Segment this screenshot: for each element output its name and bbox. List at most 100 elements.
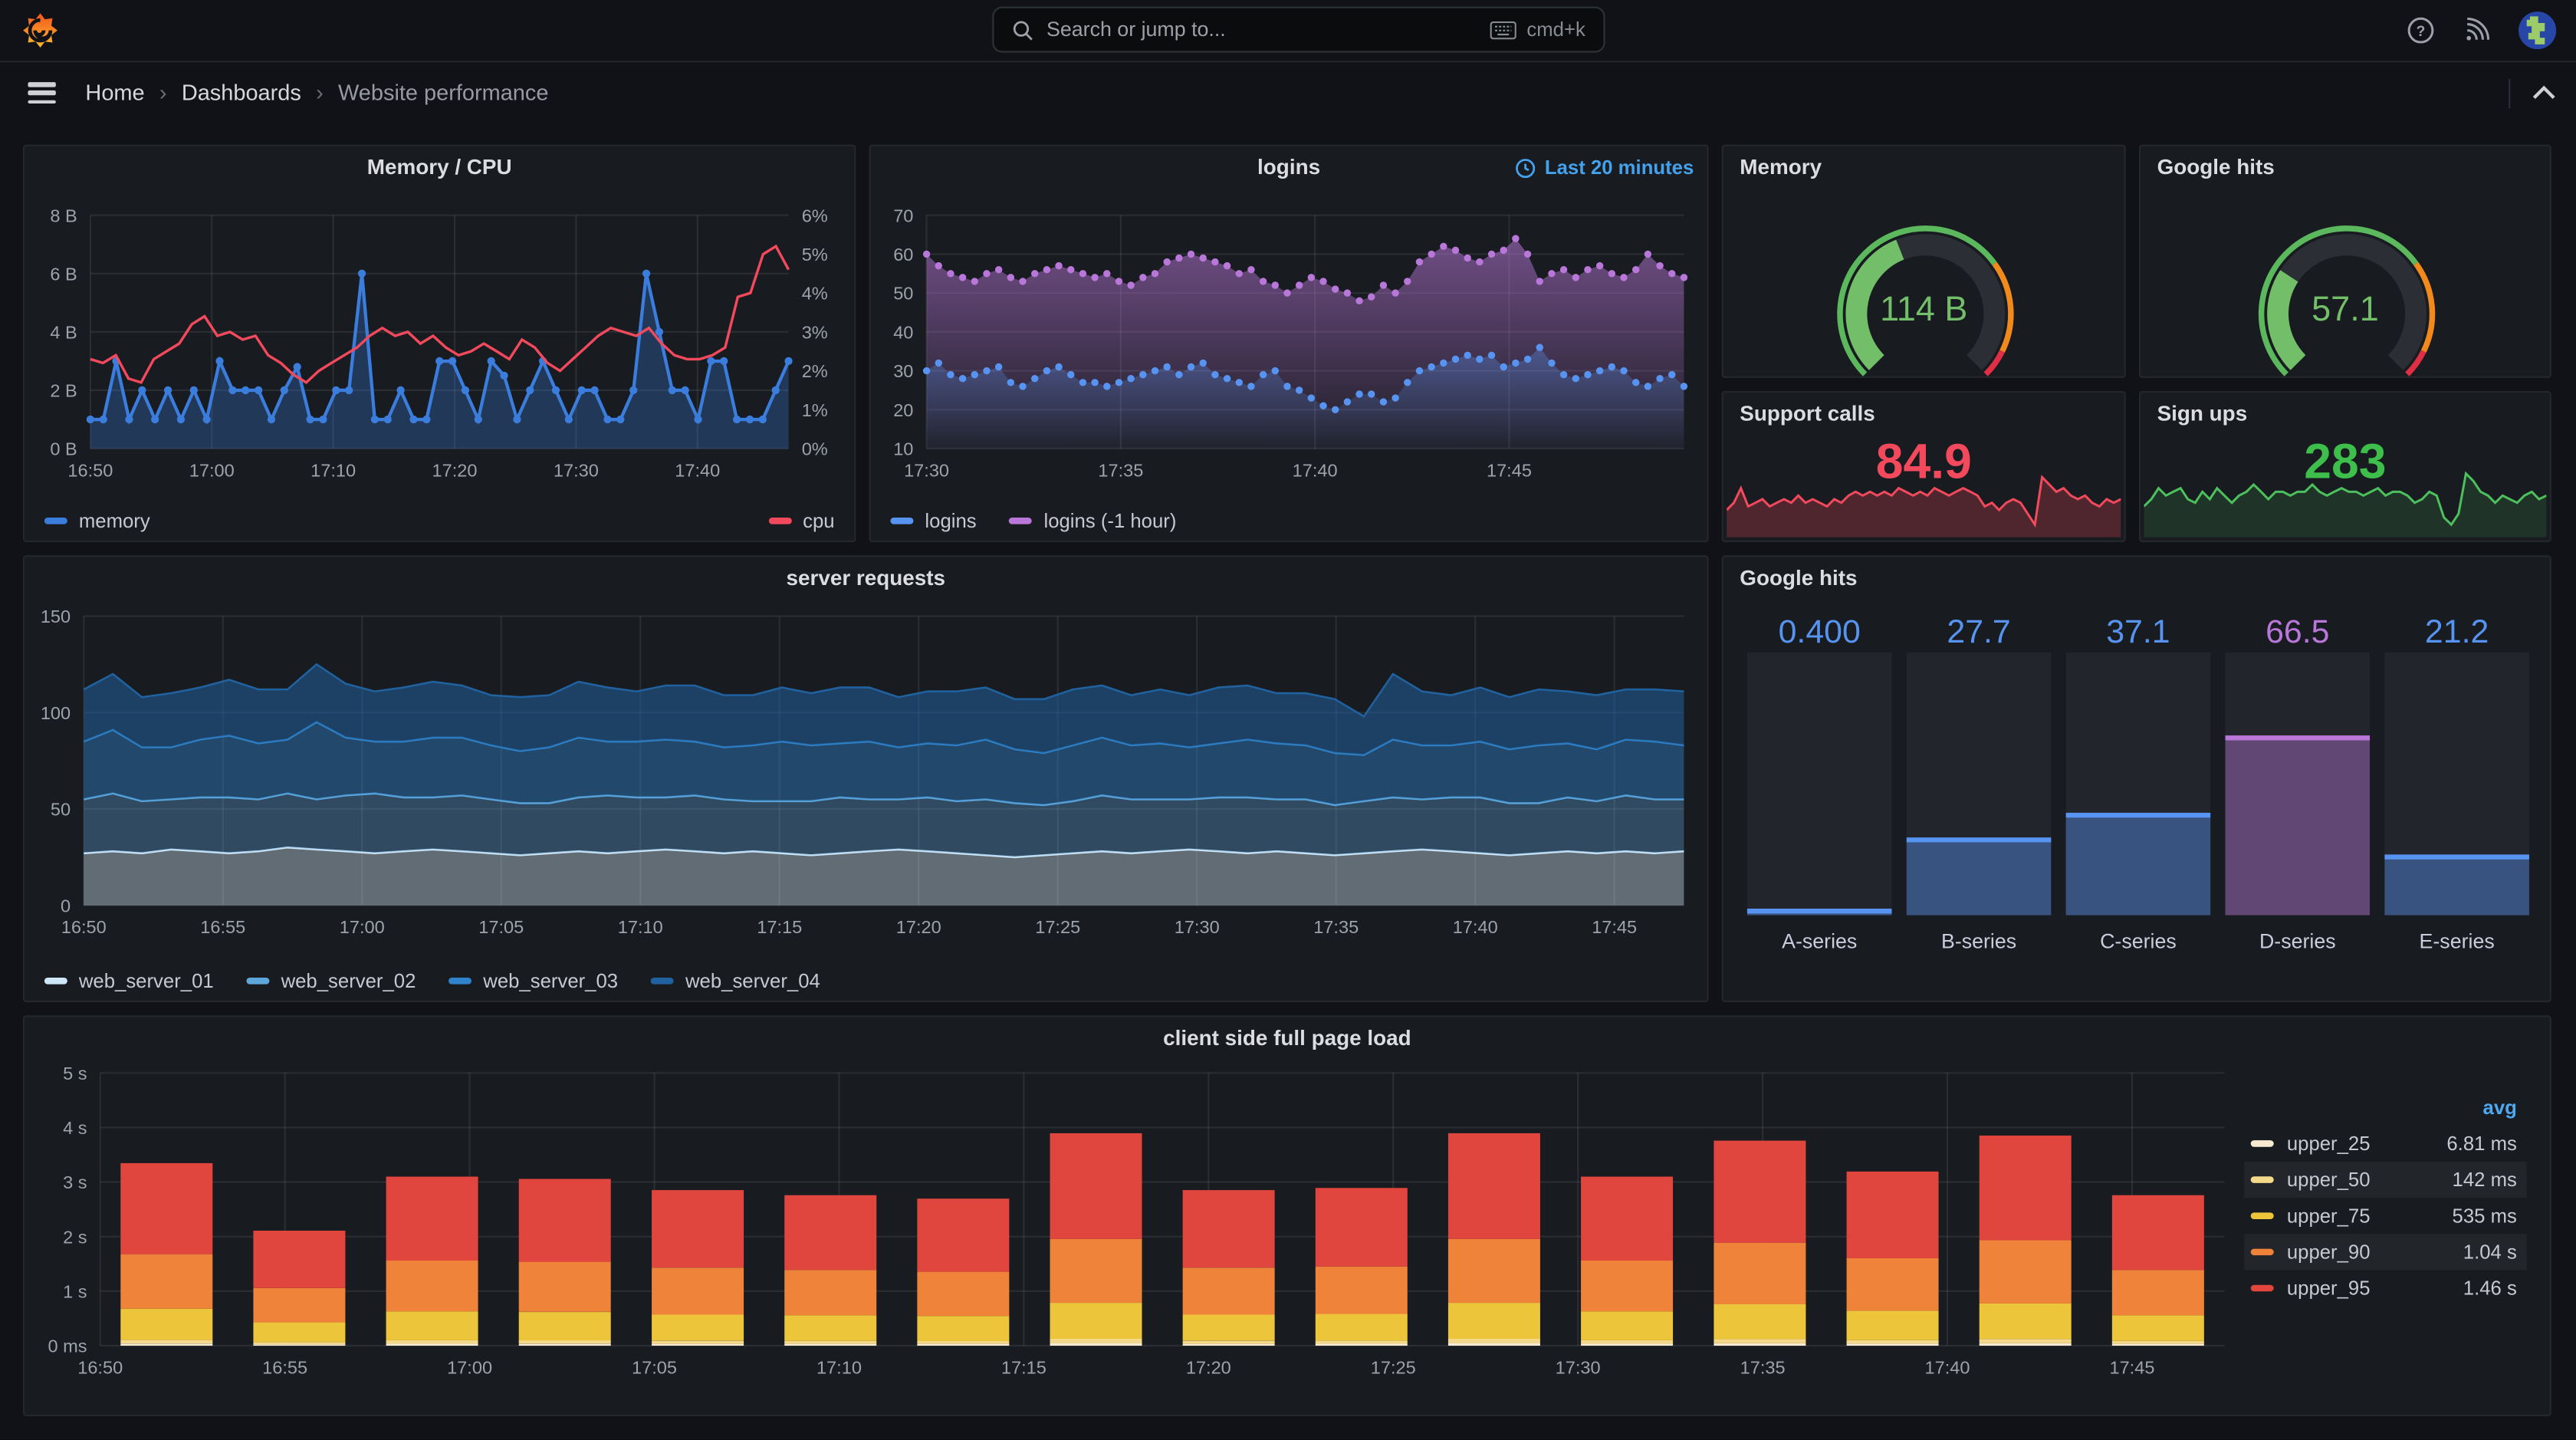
svg-text:3 s: 3 s (63, 1172, 87, 1192)
svg-text:17:10: 17:10 (310, 460, 356, 480)
rss-icon[interactable] (2463, 16, 2490, 44)
svg-text:0: 0 (61, 896, 71, 916)
svg-text:16:55: 16:55 (262, 1357, 307, 1377)
svg-text:60: 60 (893, 245, 913, 265)
svg-text:17:30: 17:30 (904, 460, 949, 480)
panel-logins: logins Last 20 minutes 10 20 30 40 50 60 70 17:… (869, 144, 1709, 543)
legend-color (246, 978, 270, 985)
svg-text:10: 10 (893, 439, 913, 459)
keyboard-icon (1490, 20, 1517, 39)
shortcut-hint: cmd+k (1490, 18, 1585, 41)
memory-cpu-chart[interactable]: 0 B 2 B 4 B 6 B 8 B 0% 1% 2% 3% 4% 5% 6% 16:50 17:00 1… (25, 146, 857, 552)
legend-item[interactable]: web_server_02 (246, 969, 416, 992)
legend-row[interactable]: upper_90 1.04 s (2244, 1234, 2527, 1271)
memory-gauge[interactable] (1723, 186, 2128, 384)
panel-title[interactable]: Google hits (2141, 146, 2550, 189)
search-icon (1013, 20, 1033, 40)
panel-google-hits-bars: Google hits 0.400 A-series 27.7 B-series 37.… (1721, 555, 2551, 1003)
panel-memory-gauge: Memory 114 B (1721, 144, 2126, 378)
gauge-value: 57.1 (2312, 291, 2379, 329)
svg-text:70: 70 (893, 205, 913, 225)
legend-table-header[interactable]: avg (2244, 1093, 2527, 1126)
svg-text:17:00: 17:00 (340, 917, 385, 937)
chevron-up-icon[interactable] (2532, 85, 2556, 100)
legend-item[interactable]: logins (890, 509, 977, 532)
logins-chart[interactable]: 10 20 30 40 50 60 70 17:30 17:35 17:40 17:45 (871, 146, 1710, 552)
svg-text:100: 100 (41, 703, 71, 723)
breadcrumb-home[interactable]: Home (85, 81, 144, 105)
legend-color (2250, 1176, 2274, 1183)
legend-item[interactable]: memory (44, 509, 150, 532)
svg-text:17:05: 17:05 (632, 1357, 677, 1377)
panel-google-hits-gauge: Google hits 57.1 (2139, 144, 2551, 378)
google-hits-gauge[interactable] (2141, 186, 2553, 384)
svg-text:17:10: 17:10 (816, 1357, 862, 1377)
stat-value: 84.9 (1875, 435, 1972, 490)
svg-text:17:30: 17:30 (554, 460, 599, 480)
panel-support-calls: Support calls 84.9 (1721, 390, 2126, 543)
legend-color (2250, 1248, 2274, 1256)
svg-text:17:30: 17:30 (1175, 917, 1220, 937)
svg-text:17:45: 17:45 (1592, 917, 1637, 937)
legend-row[interactable]: upper_75 535 ms (2244, 1198, 2527, 1234)
menu-icon[interactable] (28, 82, 56, 104)
grafana-logo[interactable] (21, 12, 59, 49)
svg-text:17:20: 17:20 (432, 460, 478, 480)
svg-text:C-series: C-series (2100, 929, 2177, 952)
svg-text:16:50: 16:50 (67, 460, 113, 480)
server-requests-chart[interactable]: 0 50 100 150 16:50 16:55 17:00 17:05 17:10 17:15 1… (25, 557, 1710, 1012)
help-icon[interactable]: ? (2407, 16, 2434, 44)
page-load-chart[interactable]: 0 ms 1 s 2 s 3 s 4 s 5 s 16:50 16:55 17:00 17:05 1… (25, 1017, 2553, 1426)
search-input[interactable]: Search or jump to... cmd+k (992, 6, 1605, 53)
svg-text:3%: 3% (802, 322, 828, 342)
legend-color (449, 978, 472, 985)
legend-color (650, 978, 674, 985)
legend-table: avg upper_25 6.81 ms upper_50 142 ms upper_7… (2244, 1093, 2527, 1307)
svg-text:37.1: 37.1 (2106, 613, 2170, 650)
svg-text:17:15: 17:15 (757, 917, 802, 937)
legend-item[interactable]: web_server_01 (44, 969, 214, 992)
legend-row[interactable]: upper_25 6.81 ms (2244, 1126, 2527, 1162)
panel-page-load: client side full page load 0 ms 1 s2 s3 s… (23, 1015, 2551, 1417)
user-avatar[interactable] (2518, 12, 2557, 50)
legend-color (2250, 1140, 2274, 1147)
svg-text:16:55: 16:55 (200, 917, 245, 937)
legend-item[interactable]: web_server_04 (650, 969, 820, 992)
svg-text:17:35: 17:35 (1740, 1357, 1786, 1377)
svg-text:0%: 0% (802, 439, 828, 459)
grafana-dashboard: Search or jump to... cmd+k ? Home › Dash… (0, 0, 2576, 1440)
breadcrumb-actions (2509, 77, 2556, 108)
chart-legend: web_server_01 web_server_02 web_server_03 w… (44, 969, 1687, 992)
svg-text:17:40: 17:40 (1453, 917, 1498, 937)
svg-text:17:20: 17:20 (896, 917, 941, 937)
svg-text:40: 40 (893, 322, 913, 342)
svg-text:1 s: 1 s (63, 1281, 87, 1301)
panel-server-requests: server requests 0 50 100 150 16:50 16:55 17:00… (23, 555, 1709, 1003)
breadcrumb-dashboards[interactable]: Dashboards (182, 81, 301, 105)
google-hits-bar-gauge[interactable]: 0.400 A-series 27.7 B-series 37.1 C-series 66.… (1723, 557, 2553, 1012)
svg-text:17:25: 17:25 (1035, 917, 1080, 937)
legend-item[interactable]: web_server_03 (449, 969, 618, 992)
svg-text:D-series: D-series (2259, 929, 2336, 952)
breadcrumb-bar: Home › Dashboards › Website performance (0, 62, 2576, 123)
svg-text:2 s: 2 s (63, 1227, 87, 1247)
svg-text:16:50: 16:50 (61, 917, 107, 937)
topbar-actions: ? (2407, 0, 2557, 61)
legend-row[interactable]: upper_50 142 ms (2244, 1162, 2527, 1198)
legend-color (768, 518, 792, 524)
svg-text:2%: 2% (802, 361, 828, 381)
chevron-right-icon: › (159, 81, 167, 106)
panel-title[interactable]: Sign ups (2141, 393, 2550, 436)
panel-title[interactable]: Memory (1723, 146, 2124, 189)
svg-text:17:00: 17:00 (447, 1357, 492, 1377)
legend-item[interactable]: cpu (768, 509, 835, 532)
panel-memory-cpu: Memory / CPU 0 B2 B4 B6 B8 B 0% 1% 2% 3% 4% 5%… (23, 144, 856, 543)
breadcrumb: Home › Dashboards › Website performance (85, 81, 548, 105)
gauge-value: 114 B (1880, 291, 1968, 329)
search-placeholder: Search or jump to... (1046, 18, 1226, 41)
panel-title[interactable]: Support calls (1723, 393, 2124, 436)
svg-text:4 s: 4 s (63, 1118, 87, 1138)
svg-text:?: ? (2417, 24, 2426, 40)
legend-row[interactable]: upper_95 1.46 s (2244, 1270, 2527, 1306)
legend-item[interactable]: logins (-1 hour) (1009, 509, 1176, 532)
